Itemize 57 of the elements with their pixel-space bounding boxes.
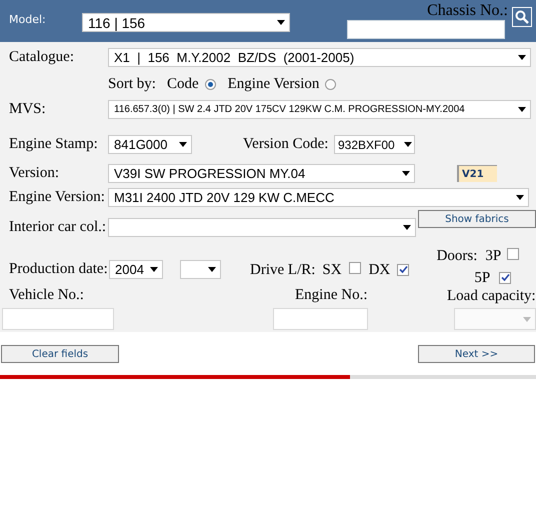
engine-version-label: Engine Version:: [8, 189, 106, 206]
caret-icon: [277, 20, 285, 25]
production-date-label: Production date:: [8, 261, 109, 278]
dropdown[interactable]: 116.657.3(0) | SW 2.4 JTD 20V 175CV 129KW C.M. PROGRESSION-MY.2004: [108, 100, 531, 119]
caret-icon: [404, 142, 412, 147]
version-label: Version:: [8, 165, 60, 182]
dropdown[interactable]: 2004: [109, 260, 163, 279]
option-label: 5P: [474, 270, 490, 286]
caret-icon: [523, 316, 531, 322]
caret-icon: [179, 142, 187, 147]
option-label: SX: [322, 262, 342, 278]
clear-fields-button[interactable]: Clear fields: [1, 345, 119, 363]
search-icon: [515, 10, 529, 24]
engine-no-label: Engine No.:: [294, 287, 368, 304]
drive-label: Drive L/R:: [250, 262, 316, 278]
dropdown[interactable]: [180, 260, 221, 279]
version-tag: V21: [457, 165, 497, 182]
vehicle-no-input[interactable]: [2, 308, 114, 330]
dropdown[interactable]: 932BXF00: [334, 135, 415, 154]
chassis-input[interactable]: [347, 20, 505, 39]
radio-label: Engine Version: [228, 76, 320, 93]
chassis-label: Chassis No.:: [427, 2, 508, 20]
checkbox[interactable]: [397, 264, 410, 276]
caret-icon: [208, 267, 216, 272]
checkbox[interactable]: [348, 262, 361, 274]
option-label: 3P: [485, 248, 502, 264]
caret-icon: [402, 171, 410, 176]
engine-no-input[interactable]: [273, 308, 368, 330]
radio-button[interactable]: [204, 79, 216, 90]
catalogue-label: Catalogue:: [8, 49, 75, 66]
caret-icon: [518, 107, 526, 112]
show-fabrics-button[interactable]: Show fabrics: [418, 210, 536, 228]
load-capacity-label: Load capacity:: [446, 288, 536, 305]
dropdown[interactable]: V39I SW PROGRESSION MY.04: [108, 164, 415, 183]
caret-icon: [516, 195, 524, 200]
radio-button[interactable]: [325, 79, 336, 90]
checkbox[interactable]: [499, 272, 512, 284]
caret-icon: [150, 267, 158, 272]
option-label: DX: [368, 262, 390, 278]
checkbox[interactable]: [507, 248, 520, 260]
search-button[interactable]: [512, 7, 532, 27]
dropdown[interactable]: 841G000: [108, 135, 192, 154]
model-dropdown[interactable]: 116 | 156: [82, 13, 290, 32]
version-code-label: Version Code:: [243, 136, 330, 153]
vehicle-no-label: Vehicle No.:: [8, 287, 85, 304]
doors-label: Doors:: [436, 248, 478, 264]
engine-stamp-label: Engine Stamp:: [8, 136, 99, 153]
caret-icon: [403, 225, 411, 230]
caret-icon: [518, 55, 526, 60]
next-button[interactable]: Next >>: [418, 345, 535, 363]
dropdown[interactable]: M31I 2400 JTD 20V 129 KW C.MECC: [108, 188, 529, 207]
radio-label: Code: [166, 76, 199, 93]
dropdown[interactable]: X1 | 156 M.Y.2002 BZ/DS (2001-2005): [108, 48, 531, 67]
model-label: Model:: [9, 13, 47, 26]
interior-label: Interior car col.:: [8, 219, 108, 236]
mvs-label: MVS:: [8, 101, 47, 118]
sort-label: Sort by:: [108, 76, 156, 93]
